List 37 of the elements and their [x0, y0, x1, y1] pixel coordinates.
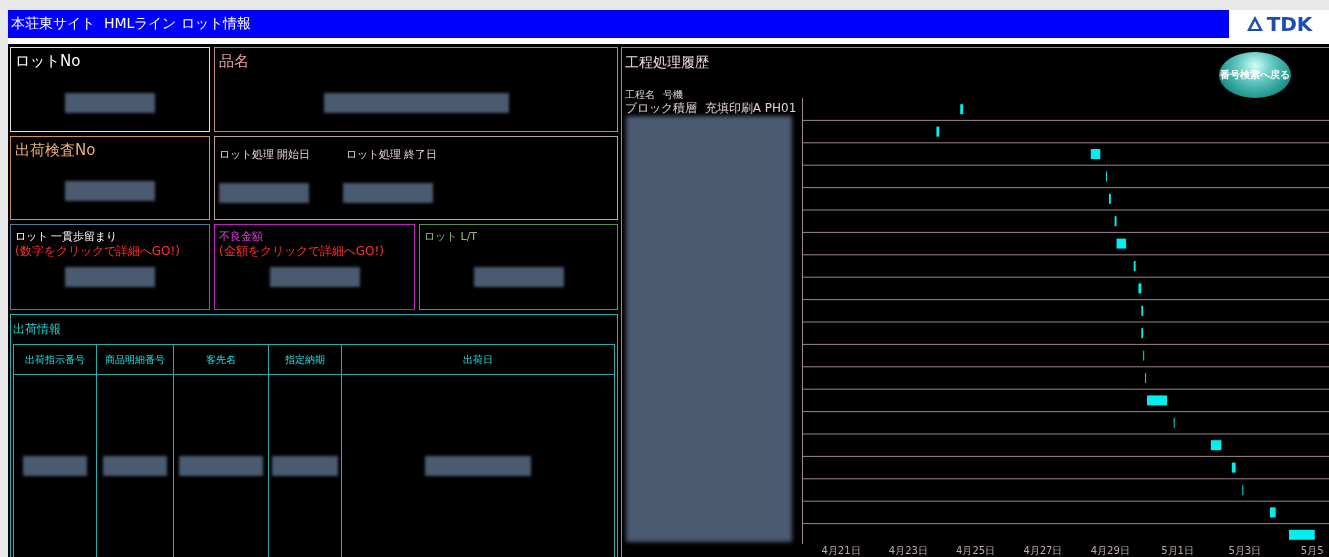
axis-label: 5月3日 — [1227, 544, 1263, 557]
redacted-value — [103, 456, 167, 476]
panel-title: 工程処理履歴 — [624, 53, 710, 72]
defect-amount-panel[interactable]: 不良金額 (金額をクリックで詳細へGO!) — [214, 224, 415, 310]
hint-text: (金額をクリックで詳細へGO!) — [219, 244, 385, 258]
panel-label: ロットNo — [15, 52, 82, 71]
panel-label: 不良金額 — [219, 229, 264, 244]
machine-name: PH01 — [764, 102, 797, 115]
redacted-value — [272, 456, 338, 476]
logo-text: TDK — [1266, 12, 1313, 36]
panel-title: 出荷情報 — [12, 321, 62, 338]
process-name: ブロック積層 充填印刷A — [625, 102, 761, 115]
axis-label: 4月27日 — [1022, 544, 1064, 557]
column-header: 商品明細番号 — [96, 344, 174, 375]
column-header: 工程名 — [625, 88, 655, 102]
hint-text: (数字をクリックで詳細へGO!) — [15, 244, 181, 258]
column-header: 客先名 — [173, 344, 269, 375]
panel-label: ロット L/T — [424, 229, 479, 244]
axis-label: 4月21日 — [820, 544, 862, 557]
panel-label: ロット処理 開始日 — [219, 147, 311, 162]
axis-label: 4月23日 — [887, 544, 929, 557]
yield-panel[interactable]: ロット 一貫歩留まり (数字をクリックで詳細へGO!) — [10, 224, 210, 310]
axis-label: 5月1日 — [1160, 544, 1195, 557]
panel-label: 品名 — [219, 52, 250, 71]
logo-mark-icon — [1245, 15, 1264, 33]
column-header: 出荷日 — [341, 344, 615, 375]
column-header: 指定納期 — [268, 344, 342, 375]
panel-label: 出荷検査No — [15, 141, 97, 160]
axis-label: 4月29日 — [1089, 544, 1131, 557]
redacted-value — [23, 456, 87, 476]
window-title: 本荘東サイト HMLライン ロット情報 — [8, 10, 1229, 38]
axis-label: 5月5 — [1299, 544, 1325, 557]
axis-label: 4月25日 — [955, 544, 997, 557]
column-header: 出荷指示番号 — [13, 344, 97, 375]
column-header: 号機 — [663, 88, 683, 102]
panel-label: ロット処理 終了日 — [345, 147, 437, 162]
panel-label: ロット 一貫歩留まり — [15, 229, 119, 244]
